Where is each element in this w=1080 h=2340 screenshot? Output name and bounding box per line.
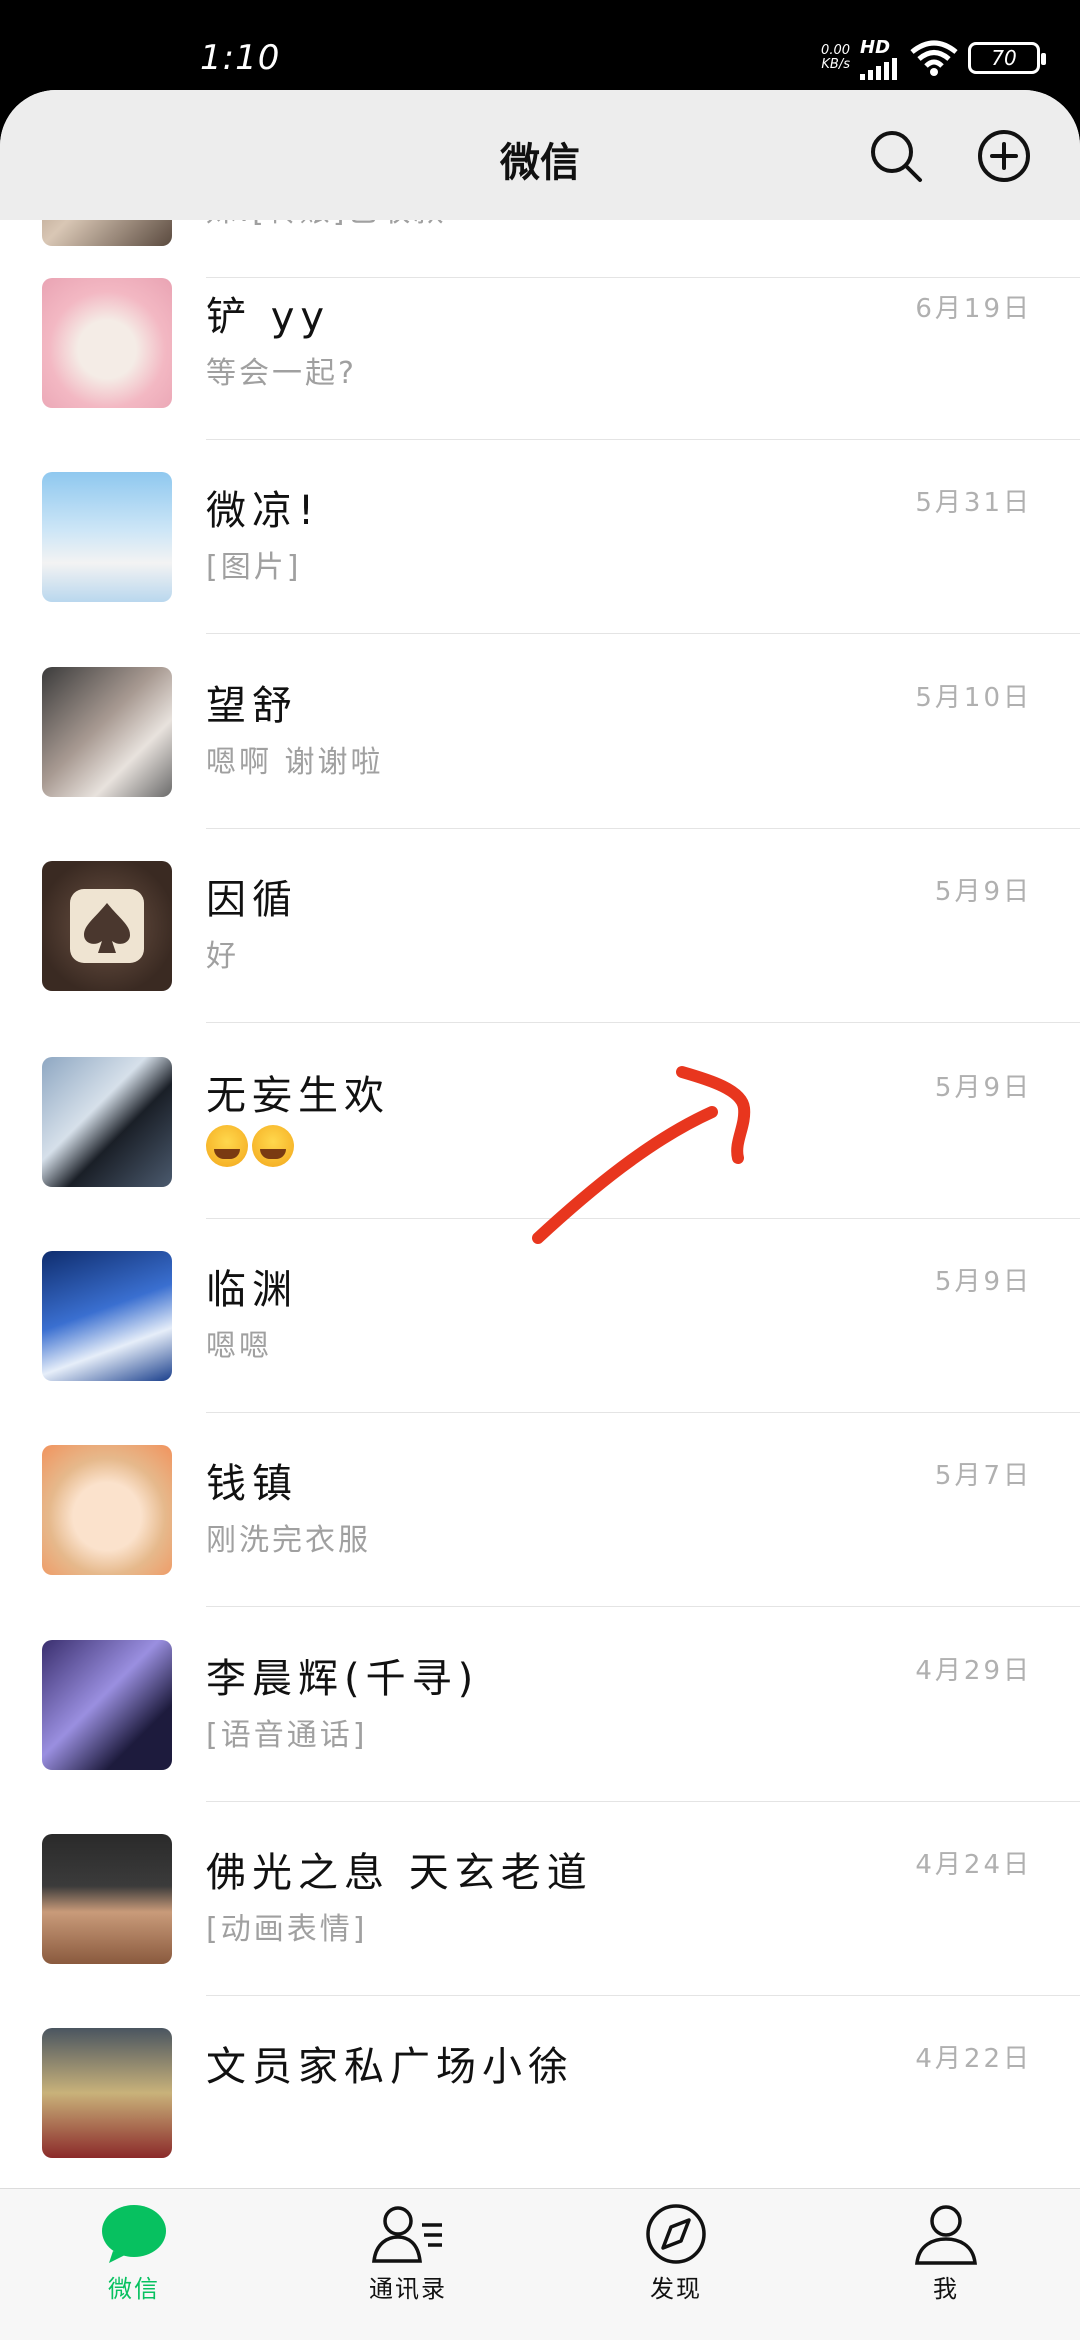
chat-date: 5月31日 [915, 488, 1032, 518]
chat-name: 李晨辉(千寻) [206, 1656, 480, 1702]
chat-last-message: [动画表情] [206, 1912, 368, 1947]
net-speed-value: 0.00 [821, 43, 850, 58]
avatar [42, 667, 172, 797]
chat-name: 无妄生欢 [206, 1073, 390, 1119]
avatar [42, 861, 172, 991]
net-speed-unit: KB/s [821, 57, 850, 72]
chat-date: 5月10日 [915, 683, 1032, 713]
top-bar: 微信 [0, 90, 1080, 220]
avatar [42, 472, 172, 602]
tab-label: 微信 [108, 2275, 160, 2303]
chat-date: 6月19日 [915, 294, 1032, 324]
bottom-tab-bar: 微信 通讯录 发现 我 [0, 2188, 1080, 2340]
tab-label: 发现 [650, 2275, 702, 2303]
tab-contacts[interactable]: 通讯录 [308, 2199, 508, 2339]
avatar [42, 1057, 172, 1187]
chat-row[interactable]: 李晨辉(千寻) [语音通话] 4月29日 [0, 1608, 1080, 1802]
wechat-app: 妹:[转账]已收款铲 yy等会一起?6月19日微凉![图片]5月31日望舒嗯啊 … [0, 90, 1080, 2340]
chat-last-message: 嗯啊 谢谢啦 [206, 745, 384, 780]
chat-name: 钱镇 [206, 1461, 298, 1507]
annotation-arrow [532, 1066, 751, 1244]
contacts-icon [372, 2206, 442, 2263]
row-divider [206, 1022, 1080, 1023]
row-divider [206, 633, 1080, 634]
tab-label: 通讯录 [369, 2275, 447, 2303]
chat-last-message: [图片] [206, 550, 302, 585]
chat-name: 因循 [206, 877, 298, 923]
search-icon[interactable] [868, 128, 924, 184]
avatar [42, 1834, 172, 1964]
chat-date: 4月24日 [915, 1850, 1032, 1880]
avatar [42, 1640, 172, 1770]
emoji-message [206, 1125, 298, 1167]
chat-row[interactable]: 铲 yy 等会一起? 6月19日 [0, 246, 1080, 440]
chat-row[interactable]: 佛光之息 天玄老道 [动画表情] 4月24日 [0, 1802, 1080, 1996]
signal-icon: HD [860, 37, 900, 80]
avatar [42, 1445, 172, 1575]
chat-row[interactable]: 文员家私广场小徐 4月22日 [0, 1996, 1080, 2190]
chat-name: 铲 yy [206, 294, 331, 340]
add-icon[interactable] [976, 128, 1032, 184]
battery-level: 70 [991, 46, 1017, 70]
laughing-crying-emoji-icon [206, 1125, 248, 1167]
wifi-icon [910, 40, 958, 76]
chat-date: 4月29日 [915, 1656, 1032, 1686]
chat-last-message: 嗯嗯 [206, 1329, 272, 1364]
tab-label: 我 [933, 2275, 959, 2303]
chat-date: 5月9日 [934, 1073, 1032, 1103]
chat-name: 佛光之息 天玄老道 [206, 1850, 593, 1896]
status-bar: 1:10 0.00 KB/s HD 70 [0, 0, 1080, 90]
compass-icon [646, 2204, 706, 2264]
net-speed: 0.00 KB/s [821, 44, 850, 72]
chat-date: 5月9日 [934, 1267, 1032, 1297]
chat-date: 4月22日 [915, 2044, 1032, 2074]
chat-last-message: 等会一起? [206, 356, 357, 391]
avatar [42, 278, 172, 408]
chat-row[interactable]: 望舒嗯啊 谢谢啦 5月10日 [0, 635, 1080, 829]
status-time: 1:10 [200, 38, 281, 78]
chat-row[interactable]: 钱镇刚洗完衣服 5月7日 [0, 1413, 1080, 1607]
chat-row[interactable]: 微凉! [图片] 5月31日 [0, 440, 1080, 634]
chat-name: 微凉! [206, 488, 321, 534]
tab-wechat[interactable]: 微信 [34, 2199, 234, 2339]
spade-icon [70, 889, 144, 963]
person-icon [915, 2205, 977, 2265]
hd-label: HD [860, 36, 891, 58]
chat-name: 望舒 [206, 683, 298, 729]
status-icons: 0.00 KB/s HD 70 [821, 36, 1046, 80]
chat-bubble-icon [102, 2205, 166, 2263]
chat-row[interactable]: 因循好 5月9日 [0, 829, 1080, 1023]
avatar [42, 1251, 172, 1381]
chat-date: 5月7日 [934, 1461, 1032, 1491]
laughing-crying-emoji-icon [252, 1125, 294, 1167]
avatar [42, 2028, 172, 2158]
tab-discover[interactable]: 发现 [576, 2199, 776, 2339]
chat-last-message: 刚洗完衣服 [206, 1523, 371, 1558]
row-divider [206, 1606, 1080, 1607]
chat-name: 临渊 [206, 1267, 298, 1313]
chat-last-message: 好 [206, 939, 239, 974]
battery-icon: 70 [968, 42, 1046, 74]
tab-me[interactable]: 我 [846, 2199, 1046, 2339]
chat-date: 5月9日 [934, 877, 1032, 907]
chat-name: 文员家私广场小徐 [206, 2044, 574, 2090]
chat-last-message: [语音通话] [206, 1718, 368, 1753]
